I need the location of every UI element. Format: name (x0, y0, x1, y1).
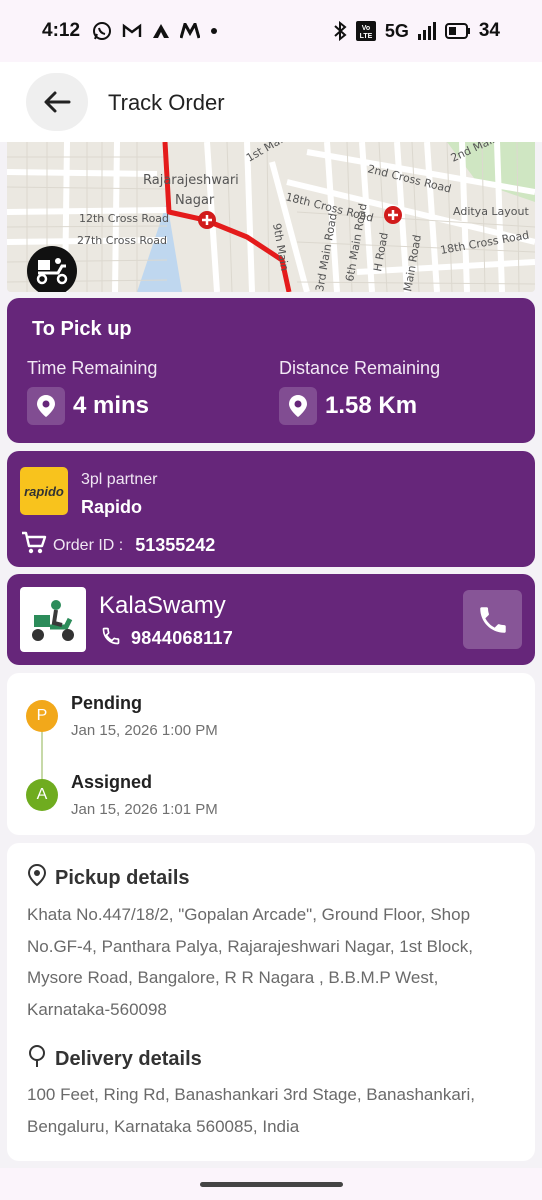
delivery-address: 100 Feet, Ring Rd, Banashankari 3rd Stag… (27, 1085, 475, 1136)
phone-icon (479, 606, 506, 633)
location-pin-icon (27, 387, 65, 425)
distance-remaining-value: 1.58 Km (325, 392, 418, 419)
rider-card: KalaSwamy 9844068117 (7, 574, 535, 665)
location-pin-icon (27, 863, 47, 893)
signal-icon (417, 22, 437, 40)
back-button[interactable] (26, 73, 88, 131)
rapido-logo: rapido (20, 467, 68, 515)
rider-location-icon (27, 246, 77, 292)
bluetooth-icon (333, 21, 347, 41)
map-label: Aditya Layout (453, 205, 530, 218)
page-title: Track Order (108, 90, 225, 115)
timeline-dot-assigned: A (26, 779, 58, 811)
location-pin-icon (279, 387, 317, 425)
pickup-address: Khata No.447/18/2, "Gopalan Arcade", Gro… (27, 905, 473, 1019)
pickup-details-heading: Pickup details (27, 863, 190, 893)
home-gesture-handle[interactable] (200, 1182, 343, 1187)
svg-text:LTE: LTE (359, 33, 372, 40)
map-label: 12th Cross Road (79, 212, 169, 225)
status-bar: 4:12 Vo LTE 5G 34 (0, 0, 542, 62)
map-label: Nagar (175, 193, 215, 208)
time-remaining-value: 4 mins (73, 392, 150, 419)
location-marker-icon (27, 1044, 47, 1074)
pickup-heading: To Pick up (32, 318, 132, 340)
pickup-details-title: Pickup details (55, 866, 190, 889)
network-label: 5G (384, 20, 409, 41)
rider-phone: 9844068117 (131, 628, 234, 648)
distance-remaining: Distance Remaining 1.58 Km (279, 358, 440, 425)
timeline-dot-pending: P (26, 700, 58, 732)
map-view[interactable]: Rajarajeshwari Nagar 12th Cross Road 27t… (7, 142, 535, 292)
time-remaining-label: Time Remaining (27, 358, 158, 378)
rider-avatar (20, 587, 86, 652)
svg-text:Vo: Vo (362, 25, 370, 32)
status-time: 4:12 (42, 20, 81, 41)
order-id-value: 51355242 (135, 535, 216, 555)
delivery-details-heading: Delivery details (27, 1044, 202, 1074)
phone-icon (101, 626, 121, 651)
volte-icon: Vo LTE (355, 20, 377, 42)
order-id-label: Order ID : (53, 536, 124, 554)
order-id-row: Order ID : 51355242 (21, 531, 215, 560)
time-remaining: Time Remaining 4 mins (27, 358, 157, 425)
battery-level: 34 (478, 20, 500, 41)
timeline-title: Pending (71, 693, 142, 713)
arrow-left-icon (44, 91, 71, 113)
partner-name: Rapido (81, 497, 142, 517)
rider-phone-row: 9844068117 (101, 626, 233, 651)
rider-name: KalaSwamy (99, 592, 226, 619)
timeline-title: Assigned (71, 772, 153, 792)
app-header: Track Order (0, 62, 542, 142)
gmail-icon (122, 23, 142, 39)
distance-remaining-label: Distance Remaining (279, 358, 441, 378)
partner-card: rapido 3pl partner Rapido Order ID : 513… (7, 451, 535, 567)
partner-subtitle: 3pl partner (81, 471, 158, 488)
whatsapp-icon (92, 21, 112, 41)
app-icon-m (180, 23, 201, 39)
map-label: 27th Cross Road (77, 234, 167, 247)
timeline-time: Jan 15, 2026 1:00 PM (71, 722, 218, 739)
cart-icon (21, 531, 47, 560)
map-label: Rajarajeshwari (143, 173, 239, 188)
system-nav-bar (0, 1168, 542, 1200)
status-timeline: P Pending Jan 15, 2026 1:00 PM A Assigne… (7, 673, 535, 835)
battery-icon (444, 23, 471, 39)
address-card: Pickup details Khata No.447/18/2, "Gopal… (7, 843, 535, 1161)
call-button[interactable] (463, 590, 522, 649)
dot-icon (210, 27, 218, 35)
timeline-time: Jan 15, 2026 1:01 PM (71, 801, 218, 818)
pickup-eta-card: To Pick up Time Remaining 4 mins Distanc… (7, 298, 535, 443)
delivery-details-title: Delivery details (55, 1047, 202, 1070)
app-icon-a (152, 23, 170, 39)
